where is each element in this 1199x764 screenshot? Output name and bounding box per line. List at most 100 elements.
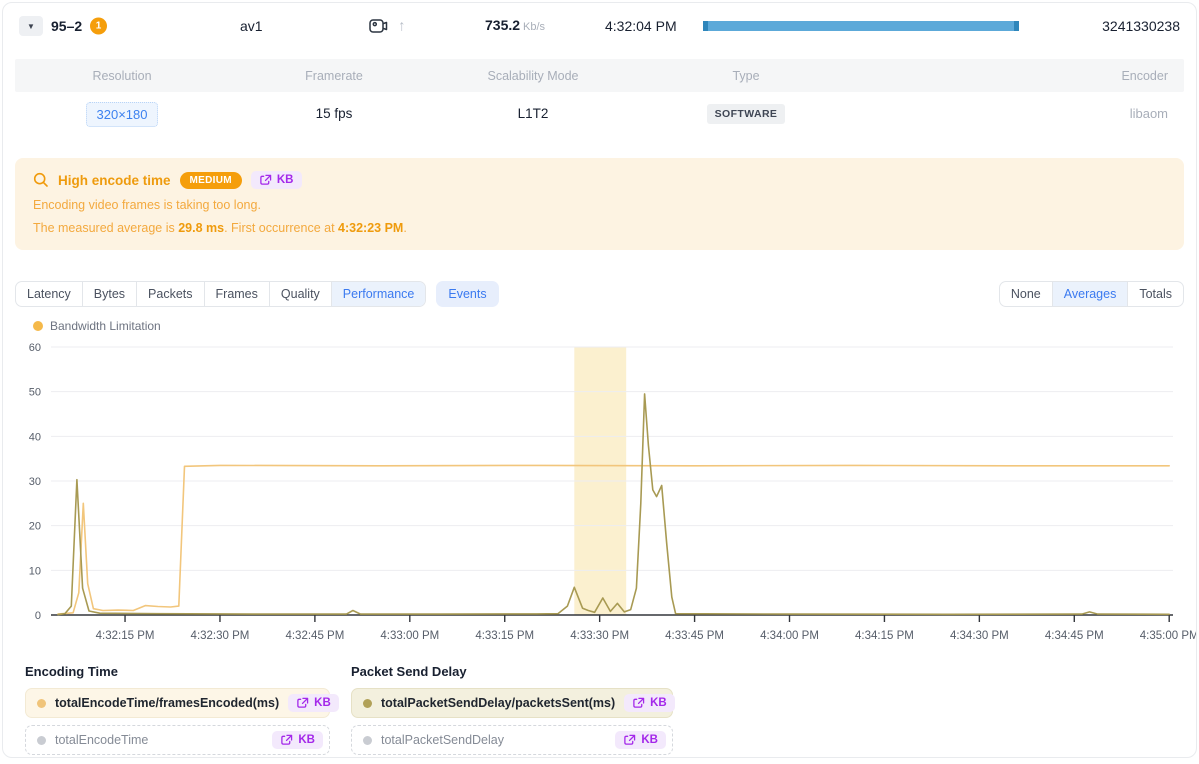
tab-latency[interactable]: Latency — [16, 282, 83, 306]
svg-text:4:33:30 PM: 4:33:30 PM — [570, 630, 629, 642]
timeline-start-handle[interactable] — [703, 21, 708, 31]
col-resolution: Resolution — [15, 69, 229, 83]
svg-text:4:35:00 PM: 4:35:00 PM — [1140, 630, 1197, 642]
svg-text:40: 40 — [29, 431, 41, 443]
first-occurrence-time: 4:32:23 PM — [338, 221, 403, 235]
series-row-packet-avg[interactable]: totalPacketSendDelay/packetsSent(ms) KB — [351, 688, 673, 718]
series-row-encode-avg[interactable]: totalEncodeTime/framesEncoded(ms) KB — [25, 688, 330, 718]
knowledge-base-button[interactable]: KB — [272, 731, 323, 749]
svg-text:4:34:15 PM: 4:34:15 PM — [855, 630, 914, 642]
chart-legend: Bandwidth Limitation — [33, 319, 1196, 333]
svg-text:4:32:15 PM: 4:32:15 PM — [96, 630, 155, 642]
series-row-encode-total[interactable]: totalEncodeTime KB — [25, 725, 330, 755]
series-dot — [363, 699, 372, 708]
series-row-packet-total[interactable]: totalPacketSendDelay KB — [351, 725, 673, 755]
warning-line2: The measured average is 29.8 ms. First o… — [33, 221, 1166, 235]
timeline-progress-bar[interactable] — [703, 21, 1019, 31]
col-framerate: Framerate — [229, 69, 439, 83]
severity-badge: MEDIUM — [180, 172, 242, 189]
start-time: 4:32:04 PM — [605, 18, 677, 34]
encoder-type-badge: SOFTWARE — [707, 104, 786, 124]
tab-none[interactable]: None — [1000, 282, 1053, 306]
packet-send-delay-panel: Packet Send Delay totalPacketSendDelay/p… — [351, 664, 673, 758]
metric-tabs: Latency Bytes Packets Frames Quality Per… — [15, 281, 426, 307]
svg-text:4:32:30 PM: 4:32:30 PM — [191, 630, 250, 642]
series-label: totalPacketSendDelay/packetsSent(ms) — [381, 696, 615, 710]
svg-text:30: 30 — [29, 476, 41, 488]
series-dot — [363, 736, 372, 745]
packet-send-delay-title: Packet Send Delay — [351, 664, 673, 679]
scalability-mode-value: L1T2 — [518, 106, 549, 121]
knowledge-base-button[interactable]: KB — [288, 694, 339, 712]
timeline-end-handle[interactable] — [1014, 21, 1019, 31]
series-dot — [37, 736, 46, 745]
encoding-time-panel: Encoding Time totalEncodeTime/framesEnco… — [25, 664, 351, 758]
resolution-badge[interactable]: 320×180 — [86, 102, 159, 127]
svg-text:4:32:45 PM: 4:32:45 PM — [285, 630, 344, 642]
tab-frames[interactable]: Frames — [205, 282, 270, 306]
series-selector-area: Encoding Time totalEncodeTime/framesEnco… — [25, 664, 1196, 758]
tab-quality[interactable]: Quality — [270, 282, 332, 306]
aggregation-tabs: None Averages Totals — [999, 281, 1184, 307]
video-camera-icon — [369, 19, 388, 34]
svg-text:0: 0 — [35, 610, 41, 622]
svg-text:4:33:00 PM: 4:33:00 PM — [380, 630, 439, 642]
knowledge-base-button[interactable]: KB — [251, 171, 302, 189]
tab-performance[interactable]: Performance — [332, 282, 426, 306]
framerate-value: 15 fps — [316, 106, 353, 121]
svg-text:4:33:15 PM: 4:33:15 PM — [475, 630, 534, 642]
col-encoder: Encoder — [865, 69, 1184, 83]
svg-text:4:34:00 PM: 4:34:00 PM — [760, 630, 819, 642]
kb-label: KB — [277, 174, 294, 186]
tab-totals[interactable]: Totals — [1128, 282, 1183, 306]
series-label: totalPacketSendDelay — [381, 733, 504, 747]
stream-stats-table: Resolution Framerate Scalability Mode Ty… — [15, 59, 1184, 136]
knowledge-base-button[interactable]: KB — [615, 731, 666, 749]
chart-tabs-row: Latency Bytes Packets Frames Quality Per… — [15, 281, 1184, 307]
tab-events[interactable]: Events — [436, 281, 498, 307]
share-icon — [280, 734, 293, 746]
tab-bytes[interactable]: Bytes — [83, 282, 137, 306]
bandwidth-limitation-label: Bandwidth Limitation — [50, 319, 161, 333]
col-scalability-mode: Scalability Mode — [439, 69, 627, 83]
upload-arrow-icon: ↑ — [398, 19, 406, 34]
bitrate-value: 735.2 — [485, 17, 520, 33]
stats-value-row: 320×180 15 fps L1T2 SOFTWARE libaom — [15, 92, 1184, 136]
issue-count-badge: 1 — [90, 18, 107, 35]
share-icon — [623, 734, 636, 746]
codec-label: av1 — [240, 18, 263, 34]
warning-title: High encode time — [58, 173, 171, 188]
ssrc-id: 3241330238 — [1102, 18, 1180, 34]
collapse-button[interactable]: ▼ — [19, 16, 43, 36]
svg-text:60: 60 — [29, 342, 41, 354]
svg-text:10: 10 — [29, 565, 41, 577]
encoding-time-title: Encoding Time — [25, 664, 351, 679]
knowledge-base-button[interactable]: KB — [624, 694, 675, 712]
warning-line1: Encoding video frames is taking too long… — [33, 198, 1166, 212]
stats-header-row: Resolution Framerate Scalability Mode Ty… — [15, 59, 1184, 92]
svg-text:20: 20 — [29, 521, 41, 533]
encoder-value: libaom — [1130, 106, 1168, 121]
col-type: Type — [627, 69, 865, 83]
bandwidth-limitation-dot — [33, 321, 43, 331]
svg-text:4:33:45 PM: 4:33:45 PM — [665, 630, 724, 642]
tab-averages[interactable]: Averages — [1053, 282, 1129, 306]
performance-chart[interactable]: 0 10 20 30 40 50 60 4:32:15 PM 4:32:30 PM 4:32:45… — [3, 335, 1197, 650]
track-id: 95–2 — [51, 18, 82, 34]
chevron-down-icon: ▼ — [27, 22, 35, 31]
stream-topbar: ▼ 95–2 1 av1 ↑ 735.2Kb/s 4:32:04 PM 3241… — [3, 3, 1196, 49]
magnifier-icon — [33, 172, 49, 188]
series-label: totalEncodeTime — [55, 733, 148, 747]
bitrate-unit: Kb/s — [523, 21, 545, 33]
stream-panel: ▼ 95–2 1 av1 ↑ 735.2Kb/s 4:32:04 PM 3241… — [2, 2, 1197, 758]
svg-text:50: 50 — [29, 387, 41, 399]
tab-packets[interactable]: Packets — [137, 282, 204, 306]
bitrate: 735.2Kb/s — [485, 17, 545, 35]
share-icon — [632, 697, 645, 709]
measured-average: 29.8 ms — [178, 221, 224, 235]
high-encode-time-warning: High encode time MEDIUM KB Encoding vide… — [15, 158, 1184, 250]
series-dot — [37, 699, 46, 708]
share-icon — [259, 174, 272, 186]
svg-text:4:34:30 PM: 4:34:30 PM — [950, 630, 1009, 642]
series-label: totalEncodeTime/framesEncoded(ms) — [55, 696, 279, 710]
